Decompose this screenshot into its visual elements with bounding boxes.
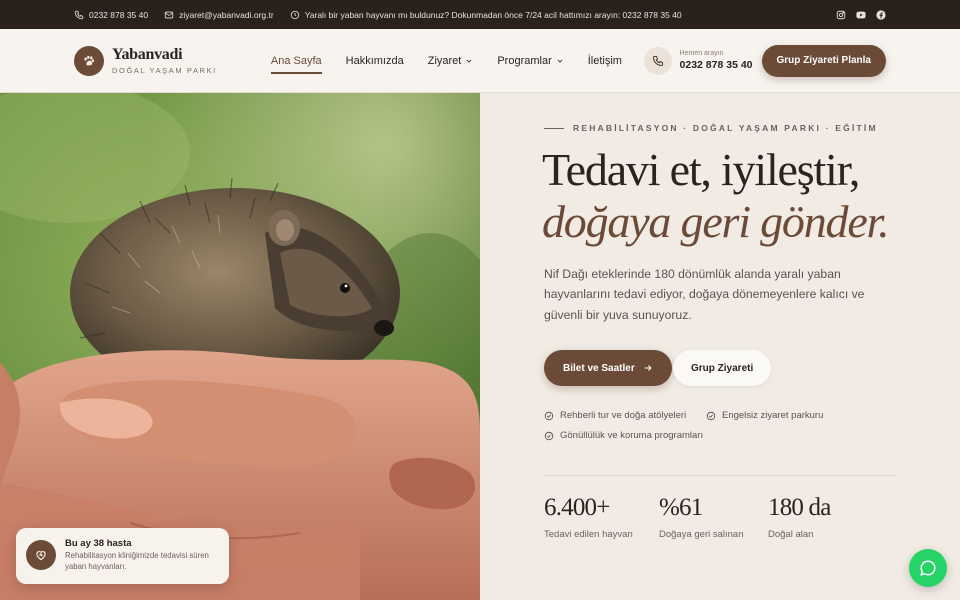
- tickets-hours-button[interactable]: Bilet ve Saatler: [544, 350, 672, 386]
- nav-label: İletişim: [587, 54, 622, 67]
- stat-label: Tedavi edilen hayvan: [544, 529, 633, 540]
- check-circle-icon: [544, 411, 554, 420]
- stat-value: 180 da: [768, 494, 831, 521]
- hero-lead: Nif Dağı eteklerinde 180 dönümlük alanda…: [544, 267, 865, 322]
- brand-logo[interactable]: Yabanvadi DOĞAL YAŞAM PARKI: [74, 45, 217, 76]
- stat-label: Doğaya geri salınan: [659, 529, 744, 540]
- nav-label: Hakkımızda: [345, 54, 404, 67]
- main-nav: Ana Sayfa Hakkımızda Ziyaret Programlar …: [270, 51, 622, 74]
- tickets-hours-label: Bilet ve Saatler: [563, 362, 635, 374]
- topbar-phone[interactable]: 0232 878 35 40: [74, 10, 148, 20]
- topbar-email-text: ziyaret@yabanvadi.org.tr: [179, 9, 274, 20]
- clock-icon: [290, 10, 299, 19]
- nav-item-contact[interactable]: İletişim: [588, 51, 622, 71]
- feature-label: Engelsiz ziyaret parkuru: [722, 410, 824, 421]
- paw-icon: [74, 45, 104, 76]
- nav-item-visit[interactable]: Ziyaret: [428, 51, 474, 71]
- social-links: [836, 9, 886, 20]
- brand-name: Yabanvadi: [112, 45, 183, 63]
- feature-item: Rehberli tur ve doğa atölyeleri: [544, 410, 686, 421]
- stats-divider: [544, 475, 896, 476]
- stat-value: %61: [659, 494, 703, 521]
- feature-item: Engelsiz ziyaret parkuru: [706, 410, 823, 421]
- stat-value: 6.400+: [544, 494, 610, 521]
- toast-title: Bu ay 38 hasta: [65, 538, 132, 549]
- topbar-phone-text: 0232 878 35 40: [89, 9, 149, 20]
- hero-headline-line-2: doğaya geri gönder.: [542, 196, 890, 247]
- facebook-icon[interactable]: [876, 9, 886, 20]
- hero-section: REHABİLİTASYON · DOĞAL YAŞAM PARKI · EĞİ…: [480, 93, 960, 600]
- nav-item-programs[interactable]: Programlar: [497, 51, 563, 71]
- check-circle-icon: [544, 431, 554, 440]
- arrow-right-icon: [644, 365, 652, 371]
- nav-item-about[interactable]: Hakkımızda: [346, 51, 404, 71]
- header-phone[interactable]: Hemen arayın 0232 878 35 40: [643, 46, 753, 75]
- instagram-icon[interactable]: [836, 10, 846, 20]
- eyebrow-line: [544, 127, 564, 129]
- hero-eyebrow: REHABİLİTASYON · DOĞAL YAŞAM PARKI · EĞİ…: [544, 123, 878, 133]
- youtube-icon[interactable]: [856, 10, 866, 20]
- nav-item-home[interactable]: Ana Sayfa: [270, 51, 322, 74]
- check-circle-icon: [706, 411, 716, 420]
- feature-label: Gönüllülük ve koruma programları: [560, 430, 704, 441]
- stat-released: %61 Doğaya geri salınan: [659, 495, 744, 540]
- chevron-down-icon: [557, 59, 563, 63]
- nav-label: Programlar: [497, 54, 552, 67]
- brand-tagline: DOĞAL YAŞAM PARKI: [112, 65, 217, 75]
- group-visit-button[interactable]: Grup Ziyareti: [673, 350, 772, 386]
- monthly-patients-card: Bu ay 38 hasta Rehabilitasyon kliniğimiz…: [16, 528, 229, 584]
- plan-group-visit-button[interactable]: Grup Ziyareti Planla: [761, 44, 886, 77]
- phone-icon: [643, 46, 672, 75]
- hero-photo-hedgehog: [0, 93, 480, 600]
- top-bar: 0232 878 35 40 ziyaret@yabanvadi.org.tr …: [0, 0, 960, 29]
- phone-number: 0232 878 35 40: [679, 59, 753, 71]
- stat-treated: 6.400+ Tedavi edilen hayvan: [544, 495, 633, 540]
- topbar-alert-text: Yaralı bir yaban hayvanı mı buldunuz? Do…: [304, 9, 682, 20]
- toast-text: Rehabilitasyon kliniğimizde tedavisi sür…: [65, 551, 209, 571]
- hero-headline-line-1: Tedavi et, iyileştir,: [542, 144, 860, 195]
- nav-label: Ana Sayfa: [270, 54, 322, 67]
- mail-icon: [164, 11, 174, 18]
- eyebrow-text: REHABİLİTASYON · DOĞAL YAŞAM PARKI · EĞİ…: [573, 123, 878, 133]
- chevron-down-icon: [467, 59, 472, 63]
- chat-bubble-icon: [920, 560, 936, 576]
- stat-area: 180 da Doğal alan: [768, 495, 831, 540]
- heart-hand-icon: [26, 540, 56, 570]
- site-header: Yabanvadi DOĞAL YAŞAM PARKI Ana Sayfa Ha…: [0, 29, 960, 93]
- phone-caption: Hemen arayın: [679, 50, 724, 57]
- phone-icon: [74, 10, 84, 19]
- topbar-email[interactable]: ziyaret@yabanvadi.org.tr: [164, 10, 274, 20]
- topbar-alert: Yaralı bir yaban hayvanı mı buldunuz? Do…: [290, 10, 682, 20]
- whatsapp-chat-button[interactable]: [909, 549, 947, 587]
- feature-label: Rehberli tur ve doğa atölyeleri: [560, 410, 687, 421]
- stat-label: Doğal alan: [768, 529, 814, 540]
- nav-label: Ziyaret: [427, 54, 462, 67]
- feature-item: Gönüllülük ve koruma programları: [544, 430, 703, 441]
